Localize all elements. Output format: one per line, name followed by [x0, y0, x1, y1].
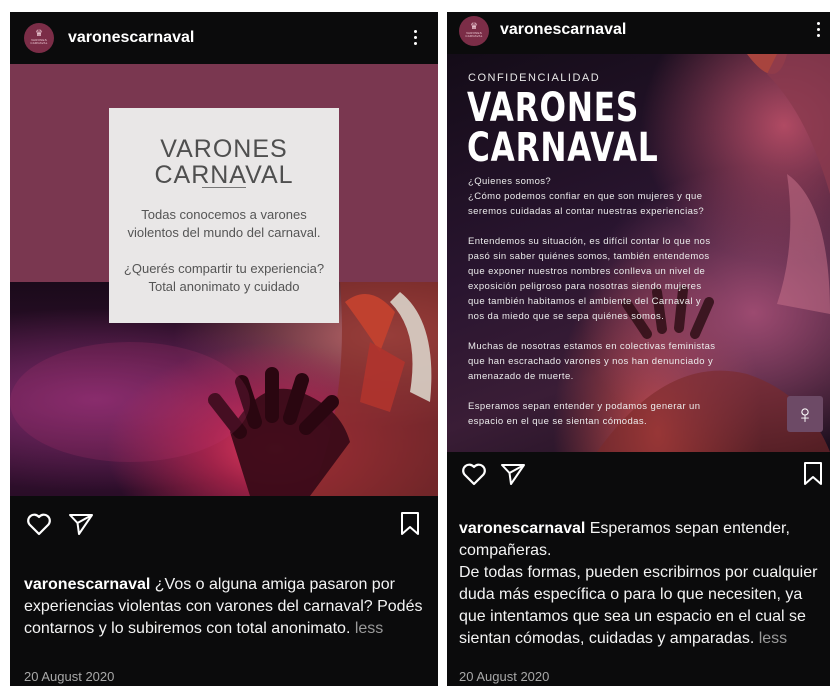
- image-body-line: seremos cuidadas al contar nuestras expe…: [468, 206, 705, 217]
- avatar-text: VARONES CARNAVAL: [465, 31, 483, 38]
- image-body-line: ¿Cómo podemos confiar en que son mujeres…: [468, 191, 703, 202]
- avatar[interactable]: ♛ VARONES CARNAVAL: [459, 16, 489, 46]
- card-title-line1: VARONES: [160, 135, 288, 163]
- image-body-line: espacio en el que se sientan cómodas.: [468, 416, 648, 427]
- post-date: 20 August 2020: [24, 669, 115, 684]
- image-body-line: amenazado de muerte.: [468, 371, 574, 382]
- instagram-post-right: ♛ VARONES CARNAVAL varonescarnaval CONFI…: [447, 12, 830, 686]
- heart-icon[interactable]: [461, 462, 487, 486]
- less-link[interactable]: less: [754, 630, 787, 647]
- post-header: ♛ VARONES CARNAVAL varonescarnaval: [447, 12, 830, 54]
- image-body-line: nos da miedo que se sepa quiénes somos.: [468, 311, 665, 322]
- image-kicker: CONFIDENCIALIDAD: [468, 72, 601, 84]
- send-icon[interactable]: [68, 512, 94, 536]
- post-date: 20 August 2020: [459, 669, 550, 684]
- avatar-text: VARONES CARNAVAL: [30, 38, 48, 45]
- announcement-card: VARONES CARNAVAL Todas conocemos a varon…: [109, 108, 339, 323]
- card-divider: [202, 187, 246, 188]
- image-body-line: ¿Quienes somos?: [468, 176, 552, 187]
- card-title: VARONES CARNAVAL: [109, 136, 339, 188]
- more-options-icon[interactable]: [410, 28, 420, 50]
- card-paragraph-2: ¿Querés compartir tu experiencia? Total …: [109, 260, 339, 296]
- image-title-line1: VARONES: [467, 85, 640, 131]
- post-caption: varonescarnaval Esperamos sepan entender…: [459, 518, 825, 650]
- image-body-line: Entendemos su situación, es difícil cont…: [468, 236, 711, 247]
- card-text-line: Todas conocemos a varones: [141, 207, 307, 222]
- action-bar: [10, 506, 438, 546]
- image-body-line: [468, 324, 715, 339]
- action-bar: [447, 458, 830, 498]
- image-body-line: exposición peligroso para nosotras siend…: [468, 281, 702, 292]
- image-body-line: que exponer nuestros nombres conlleva un…: [468, 266, 706, 277]
- send-icon[interactable]: [500, 462, 526, 486]
- heart-icon[interactable]: [26, 512, 52, 536]
- bookmark-icon[interactable]: [399, 511, 421, 537]
- image-body-line: Esperamos sepan entender y podamos gener…: [468, 401, 701, 412]
- card-title-line2: CARNAVAL: [154, 161, 294, 189]
- instagram-post-left: ♛ VARONES CARNAVAL varonescarnaval VARON…: [10, 12, 438, 686]
- image-body-line: pasó sin saber quiénes somos, también en…: [468, 251, 710, 262]
- less-link[interactable]: less: [350, 620, 383, 637]
- image-body-line: [468, 219, 715, 234]
- bookmark-icon[interactable]: [802, 461, 824, 487]
- card-text-line: Total anonimato y cuidado: [148, 279, 300, 294]
- more-options-icon[interactable]: [813, 20, 823, 42]
- image-body-line: [468, 384, 715, 399]
- post-caption: varonescarnaval ¿Vos o alguna amiga pasa…: [24, 574, 428, 640]
- image-body-line: Muchas de nosotras estamos en colectivas…: [468, 341, 716, 352]
- caption-username[interactable]: varonescarnaval: [459, 520, 585, 537]
- card-text-line: violentos del mundo del carnaval.: [127, 225, 321, 240]
- avatar[interactable]: ♛ VARONES CARNAVAL: [24, 23, 54, 53]
- post-image: CONFIDENCIALIDAD VARONES CARNAVAL ¿Quien…: [447, 54, 830, 452]
- post-header: ♛ VARONES CARNAVAL varonescarnaval: [10, 12, 438, 64]
- post-image: VARONES CARNAVAL Todas conocemos a varon…: [10, 64, 438, 496]
- caption-username[interactable]: varonescarnaval: [24, 576, 150, 593]
- card-text-line: ¿Querés compartir tu experiencia?: [123, 261, 325, 276]
- image-title-line2: CARNAVAL: [467, 125, 659, 171]
- username[interactable]: varonescarnaval: [68, 29, 194, 47]
- card-paragraph-1: Todas conocemos a varones violentos del …: [109, 206, 339, 242]
- image-body-line: que han escrachado varones y nos han den…: [468, 356, 714, 367]
- username[interactable]: varonescarnaval: [500, 21, 626, 39]
- image-body-line: que también habitamos el ambiente del Ca…: [468, 296, 702, 307]
- venus-icon: ♀: [787, 396, 823, 432]
- image-body-text: ¿Quienes somos? ¿Cómo podemos confiar en …: [468, 174, 715, 429]
